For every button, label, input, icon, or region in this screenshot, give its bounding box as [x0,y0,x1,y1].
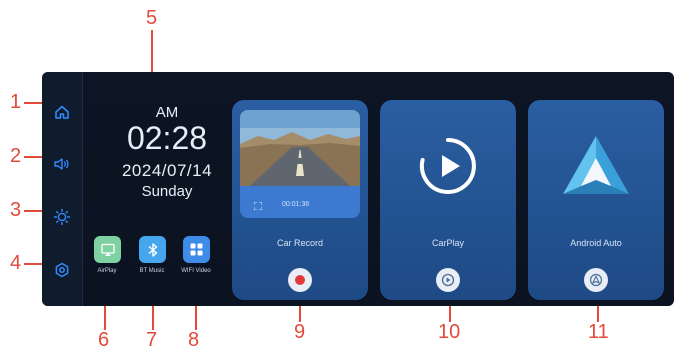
android-auto-logo-icon [563,136,629,194]
card-android-auto[interactable]: Android Auto [528,100,664,300]
sidebar-item-brightness[interactable] [50,205,74,229]
dashcam-preview[interactable]: 00:01:36 [240,110,360,218]
callout-3: 3 [10,199,22,221]
callout-line-4 [24,263,42,265]
card-carplay-title: CarPlay [431,238,464,248]
sidebar-item-volume[interactable] [50,152,74,176]
callout-8: 8 [188,329,200,351]
bluetooth-icon [148,242,157,257]
callout-11: 11 [588,321,609,343]
callout-1: 1 [10,91,22,113]
clock-weekday: Sunday [141,183,193,200]
record-icon [295,275,305,285]
head-unit-screen: AM 02:28 2024/07/14 Sunday AirPlay BT Mu… [42,72,674,306]
grid-icon [190,243,203,256]
card-carplay[interactable]: CarPlay [380,100,516,300]
clock-ampm: AM [155,104,179,121]
android-auto-icon [589,273,603,287]
clock-widget: AM 02:28 2024/07/14 Sunday [102,94,232,200]
app-bt-music[interactable] [139,236,166,263]
home-icon [55,105,69,119]
callout-10: 10 [438,321,461,343]
sidebar [42,72,83,306]
volume-icon [54,158,69,170]
record-timestamp: 00:01:36 [282,201,310,208]
card-car-record-title: Car Record [276,238,323,248]
app-airplay-label: AirPlay [97,268,117,274]
brightness-icon [53,208,71,226]
callout-7: 7 [146,329,158,351]
app-wifi-video[interactable] [183,236,210,263]
callout-line-3 [24,210,42,212]
callout-4: 4 [10,252,22,274]
clock-time: 02:28 [126,120,208,156]
sidebar-item-settings[interactable] [50,258,74,282]
car-record-button[interactable] [288,268,312,292]
carplay-icon [441,273,455,287]
settings-icon [55,262,69,278]
fullscreen-icon[interactable] [254,202,262,210]
app-wifi-video-label: WIFI Video [181,268,211,274]
callout-5: 5 [146,7,158,29]
callout-line-1 [24,102,42,104]
callout-line-2 [24,156,42,158]
road-thumbnail [240,110,360,186]
app-airplay[interactable] [94,236,121,263]
sidebar-item-home[interactable] [50,100,74,124]
carplay-button[interactable] [436,268,460,292]
clock-date: 2024/07/14 [121,161,213,180]
android-auto-button[interactable] [584,268,608,292]
carplay-play-icon [419,138,476,194]
callout-2: 2 [10,145,22,167]
page-indicator[interactable] [487,302,497,306]
app-bt-music-label: BT Music [139,268,165,274]
card-android-auto-title: Android Auto [570,238,622,248]
callout-6: 6 [98,329,110,351]
callout-9: 9 [294,321,306,343]
card-car-record[interactable]: 00:01:36 Car Record [232,100,368,300]
airplay-icon [100,243,115,256]
